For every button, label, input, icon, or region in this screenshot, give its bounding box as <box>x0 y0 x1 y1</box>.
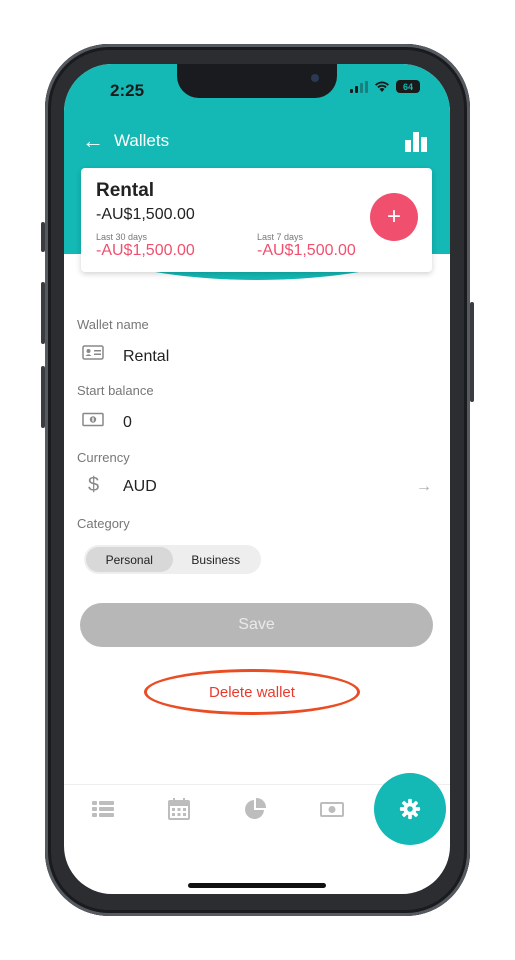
notch <box>177 64 337 98</box>
app-screen: 2:25 64 ← Wallets Rental -AU$1,500.00 La… <box>64 64 450 894</box>
home-indicator <box>188 883 326 888</box>
calendar-icon[interactable] <box>167 797 191 821</box>
last7-value: -AU$1,500.00 <box>257 242 356 259</box>
last30-value: -AU$1,500.00 <box>96 242 195 259</box>
currency-selector[interactable]: AUD <box>123 478 157 496</box>
last7-label: Last 7 days <box>257 232 304 242</box>
volume-up-button <box>41 282 45 344</box>
last30-label: Last 30 days <box>96 232 148 242</box>
page-title: Wallets <box>114 131 170 150</box>
power-button <box>470 302 474 402</box>
wallet-name-label: Wallet name <box>77 317 149 332</box>
start-balance-input[interactable]: 0 <box>123 414 132 432</box>
dollar-icon: $ <box>88 474 100 496</box>
currency-label: Currency <box>77 450 130 465</box>
cash-icon <box>82 412 104 427</box>
signal-icon <box>350 80 368 93</box>
app-header: ← Wallets <box>64 128 450 154</box>
category-segmented-control: Personal Business <box>84 545 261 574</box>
pie-chart-icon[interactable] <box>243 797 267 821</box>
battery-icon: 64 <box>396 80 420 93</box>
category-business[interactable]: Business <box>173 547 260 572</box>
mute-switch <box>41 222 45 252</box>
status-icons: 64 <box>350 80 420 93</box>
settings-tab-button[interactable] <box>374 773 446 845</box>
back-arrow-icon[interactable]: ← <box>82 128 104 154</box>
delete-wallet-area: Delete wallet <box>144 669 362 717</box>
category-label: Category <box>77 516 130 531</box>
status-time: 2:25 <box>110 81 145 100</box>
wallet-balance: -AU$1,500.00 <box>96 206 195 223</box>
category-personal[interactable]: Personal <box>86 547 173 572</box>
add-transaction-button[interactable]: + <box>370 193 418 241</box>
camera-icon <box>311 74 319 82</box>
gear-icon <box>399 798 421 820</box>
id-card-icon <box>82 345 104 360</box>
volume-down-button <box>41 366 45 428</box>
save-button[interactable]: Save <box>80 603 433 647</box>
cash-tab-icon[interactable] <box>320 797 344 821</box>
wallet-name-input[interactable]: Rental <box>123 348 169 366</box>
bar-chart-icon[interactable] <box>404 130 428 152</box>
wallet-name: Rental <box>96 180 155 201</box>
delete-wallet-button[interactable]: Delete wallet <box>144 669 360 715</box>
wifi-icon <box>375 81 389 92</box>
list-icon[interactable] <box>91 797 115 821</box>
start-balance-label: Start balance <box>77 383 154 398</box>
wallet-summary-card: Rental -AU$1,500.00 Last 30 days -AU$1,5… <box>81 168 432 272</box>
arrow-right-icon[interactable]: → <box>416 478 432 496</box>
